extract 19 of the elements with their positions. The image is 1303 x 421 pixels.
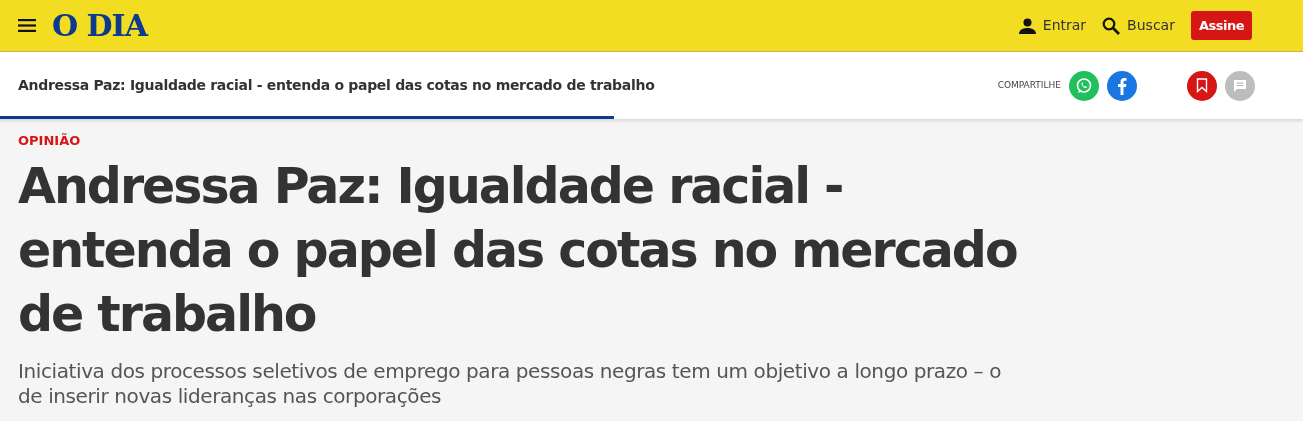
chat-bubble-icon bbox=[1075, 76, 1093, 95]
menu-icon[interactable] bbox=[18, 19, 36, 32]
facebook-icon bbox=[1117, 76, 1127, 95]
site-logo[interactable]: O DIA bbox=[52, 10, 147, 41]
subscribe-button[interactable]: Assine bbox=[1190, 10, 1252, 41]
headline: Andressa Paz: Igualdade racial - entenda o papel das cotas no mercado de trabalho bbox=[18, 156, 1018, 345]
whatsapp-button[interactable] bbox=[1069, 70, 1099, 101]
subtitle: Iniciativa dos processos seletivos de emprego para pessoas negras tem um objetivo a longo prazo – o de inserir novas lideranças nas corporações bbox=[18, 358, 1002, 409]
search-icon bbox=[1102, 16, 1121, 35]
search-link[interactable]: Buscar bbox=[1127, 15, 1175, 36]
section-label[interactable]: OPINIÃO bbox=[18, 131, 1285, 151]
share-label: COMPARTILHE bbox=[997, 78, 1061, 92]
bookmark-button[interactable] bbox=[1187, 70, 1217, 101]
facebook-button[interactable] bbox=[1107, 70, 1137, 101]
sticky-title: Andressa Paz: Igualdade racial - entenda o papel das cotas no mercado de trabalho bbox=[18, 76, 655, 95]
login-link[interactable]: Entrar bbox=[1042, 15, 1087, 36]
user-icon bbox=[1018, 17, 1036, 34]
comment-icon bbox=[1233, 78, 1247, 93]
bookmark-icon bbox=[1196, 78, 1208, 93]
